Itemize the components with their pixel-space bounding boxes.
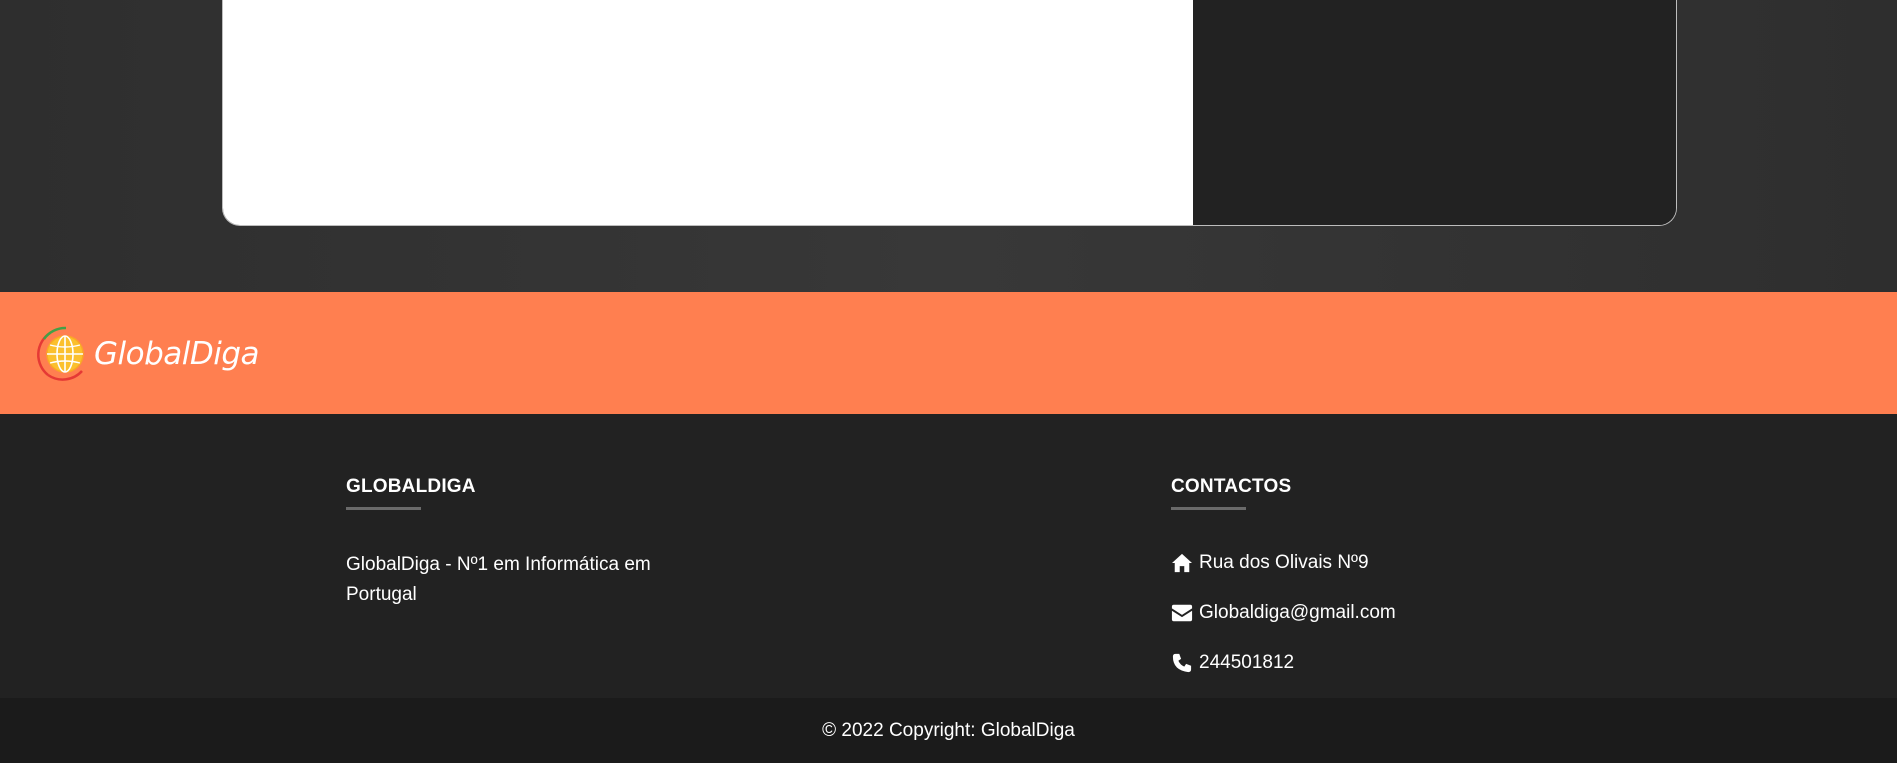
brand-name: GlobalDiga <box>94 336 260 372</box>
copyright-text: © 2022 Copyright: GlobalDiga <box>822 719 1075 741</box>
footer: GLOBALDIGA GlobalDiga - Nº1 em Informáti… <box>0 414 1897 698</box>
card-left-panel <box>223 0 1193 225</box>
content-section <box>0 0 1897 292</box>
contact-email-text[interactable]: Globaldiga@gmail.com <box>1199 602 1396 624</box>
footer-contacts-title: CONTACTOS <box>1171 476 1571 510</box>
brand-bar: GlobalDiga <box>0 292 1897 414</box>
card-right-panel <box>1193 0 1676 225</box>
contact-phone-text[interactable]: 244501812 <box>1199 652 1294 674</box>
contact-phone[interactable]: 244501812 <box>1171 650 1571 676</box>
envelope-icon <box>1171 604 1193 622</box>
copyright-bar: © 2022 Copyright: GlobalDiga <box>0 698 1897 763</box>
footer-about: GLOBALDIGA GlobalDiga - Nº1 em Informáti… <box>346 476 746 610</box>
footer-contacts: CONTACTOS Rua dos Olivais Nº9 Globaldiga… <box>1171 476 1571 700</box>
home-icon <box>1172 553 1192 573</box>
contact-list: Rua dos Olivais Nº9 Globaldiga@gmail.com… <box>1171 550 1571 676</box>
content-card <box>222 0 1677 226</box>
contact-address-text: Rua dos Olivais Nº9 <box>1199 552 1369 573</box>
footer-about-description: GlobalDiga - Nº1 em Informática em Portu… <box>346 554 651 605</box>
globe-icon <box>37 326 84 381</box>
footer-about-title: GLOBALDIGA <box>346 476 746 510</box>
contact-address: Rua dos Olivais Nº9 <box>1171 550 1571 576</box>
phone-icon <box>1172 653 1192 673</box>
contact-email[interactable]: Globaldiga@gmail.com <box>1171 600 1571 626</box>
brand-logo[interactable]: GlobalDiga <box>36 323 260 385</box>
